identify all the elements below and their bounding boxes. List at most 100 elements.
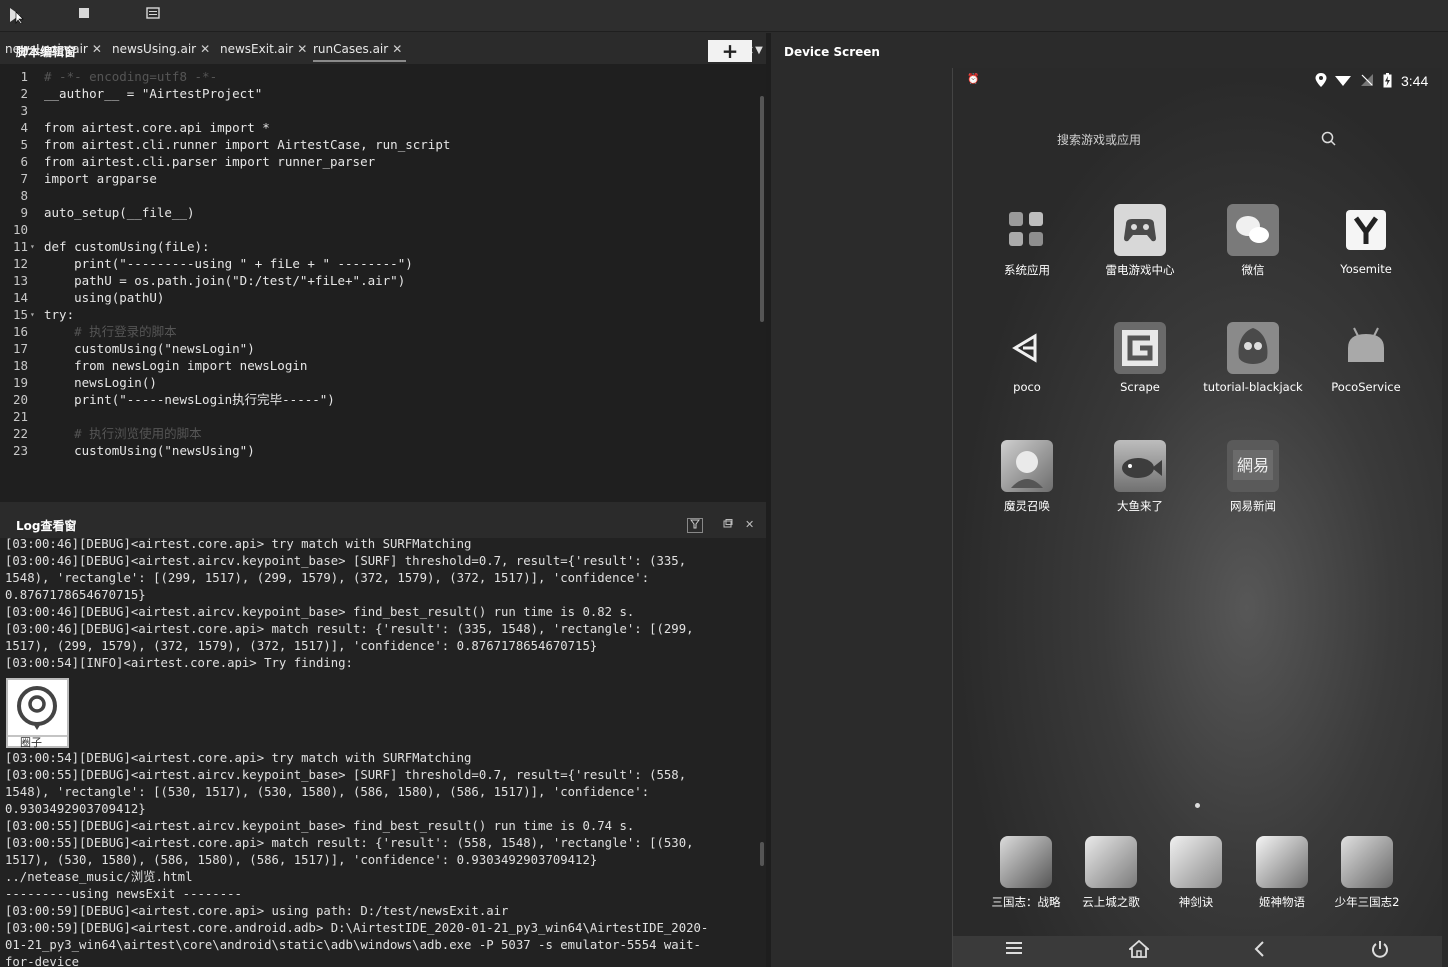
- dock-app-sanguo[interactable]: 三国志：战略: [981, 836, 1071, 910]
- code-text: def customUsing(fiLe):: [44, 239, 210, 254]
- code-line[interactable]: 3: [0, 102, 760, 119]
- code-line[interactable]: 12 print("---------using " + fiLe + " --…: [0, 255, 760, 272]
- fold-icon[interactable]: ▾: [30, 238, 35, 255]
- app-tutorial-blackjack[interactable]: tutorial-blackjack: [1203, 322, 1303, 394]
- dock-app-sword[interactable]: 神剑诀: [1151, 836, 1241, 910]
- editor-scrollbar[interactable]: [760, 96, 764, 322]
- line-number: 1: [20, 69, 28, 84]
- code-line[interactable]: 15 ▾ try:: [0, 306, 760, 323]
- main-toolbar: [0, 0, 1448, 32]
- app-yosemite[interactable]: Yosemite: [1316, 204, 1416, 276]
- yosemite-icon: [1340, 204, 1392, 256]
- dock-app-cloud-city[interactable]: 云上城之歌: [1066, 836, 1156, 910]
- close-icon[interactable]: ✕: [92, 42, 102, 56]
- app-wechat[interactable]: 微信: [1203, 204, 1303, 278]
- app-poco[interactable]: poco: [977, 322, 1077, 394]
- stop-icon[interactable]: [74, 6, 94, 26]
- log-line: for-device: [5, 955, 80, 967]
- fold-icon[interactable]: ▾: [30, 306, 35, 323]
- code-line[interactable]: 10: [0, 221, 760, 238]
- add-tab-button[interactable]: +: [708, 40, 752, 62]
- app-big-fish[interactable]: 大鱼来了: [1090, 440, 1190, 514]
- code-line[interactable]: 19 newsLogin(): [0, 374, 760, 391]
- log-line: ../netease_music/浏览.html: [5, 870, 193, 884]
- thumbnail-caption: 圈子: [20, 736, 42, 749]
- code-line[interactable]: 22 # 执行浏览使用的脚本: [0, 425, 760, 442]
- filter-icon[interactable]: [687, 518, 703, 533]
- scrape-icon: [1114, 322, 1166, 374]
- close-icon[interactable]: ✕: [200, 42, 210, 56]
- code-text: customUsing("newsLogin"): [44, 341, 255, 356]
- code-text: from airtest.cli.runner import AirtestCa…: [44, 137, 451, 152]
- tab-runcases[interactable]: runCases.air ✕: [313, 38, 407, 62]
- menu-icon[interactable]: [1005, 940, 1023, 961]
- code-line[interactable]: 17 customUsing("newsLogin"): [0, 340, 760, 357]
- app-game-center[interactable]: 雷电游戏中心: [1090, 204, 1190, 278]
- play-icon[interactable]: [6, 6, 26, 26]
- app-label: Scrape: [1120, 380, 1160, 394]
- log-line: [03:00:46][DEBUG]<airtest.core.api> try …: [5, 538, 472, 551]
- line-number: 11: [12, 239, 28, 254]
- app-scrape[interactable]: Scrape: [1090, 322, 1190, 394]
- android-icon: [1340, 322, 1392, 374]
- device-screen[interactable]: ⏰ 3:44 搜索游戏或应用 系统应用 雷电游戏中心 微信 Yosemite p…: [952, 68, 1442, 967]
- code-line[interactable]: 7 import argparse: [0, 170, 760, 187]
- close-icon[interactable]: ✕: [392, 42, 402, 56]
- code-text: # 执行浏览使用的脚本: [44, 426, 202, 441]
- code-line[interactable]: 9 auto_setup(__file__): [0, 204, 760, 221]
- log-line: [03:00:54][INFO]<airtest.core.api> Try f…: [5, 656, 353, 670]
- code-line[interactable]: 5 from airtest.cli.runner import AirtestC…: [0, 136, 760, 153]
- log-view[interactable]: 圈子 [03:00:46][DEBUG]<airtest.core.api> t…: [0, 538, 766, 967]
- log-scrollbar[interactable]: [760, 842, 764, 866]
- search-input[interactable]: 搜索游戏或应用: [1057, 131, 1141, 148]
- code-line[interactable]: 13 pathU = os.path.join("D:/test/"+fiLe+…: [0, 272, 760, 289]
- search-icon[interactable]: [1321, 131, 1336, 150]
- list-icon[interactable]: [143, 6, 163, 26]
- tab-newsexit[interactable]: newsExit.air ✕: [220, 38, 307, 62]
- close-icon[interactable]: ✕: [745, 518, 754, 531]
- app-netease-news[interactable]: 網易 网易新闻: [1203, 440, 1303, 514]
- code-text: auto_setup(__file__): [44, 205, 195, 220]
- code-line[interactable]: 23 customUsing("newsUsing"): [0, 442, 760, 459]
- tab-newslogin[interactable]: newsLogin.air ✕: [5, 38, 102, 62]
- log-line: [03:00:46][DEBUG]<airtest.aircv.keypoint…: [5, 605, 635, 619]
- line-number: 3: [20, 103, 28, 118]
- float-icon[interactable]: [723, 519, 733, 532]
- code-text: # -*- encoding=utf8 -*-: [44, 69, 218, 84]
- back-icon[interactable]: [1253, 940, 1265, 963]
- code-line[interactable]: 6 from airtest.cli.parser import runner_p…: [0, 153, 760, 170]
- dock-app-young-sanguo[interactable]: 少年三国志2: [1322, 836, 1412, 910]
- status-bar: ⏰ 3:44: [953, 68, 1442, 98]
- code-editor[interactable]: 1 # -*- encoding=utf8 -*- 2 __author__ = "A…: [0, 64, 766, 502]
- signal-icon: [1361, 74, 1373, 90]
- code-line[interactable]: 4 from airtest.core.api import *: [0, 119, 760, 136]
- status-time: 3:44: [1401, 73, 1429, 89]
- chevron-down-icon[interactable]: ▼: [752, 40, 766, 62]
- log-panel-title: Log查看窗: [16, 519, 77, 533]
- code-line[interactable]: 1 # -*- encoding=utf8 -*-: [0, 68, 760, 85]
- app-pocoservice[interactable]: PocoService: [1316, 322, 1416, 394]
- log-line: [03:00:59][DEBUG]<airtest.core.android.a…: [5, 921, 709, 935]
- home-icon[interactable]: [1127, 939, 1151, 963]
- app-label: 魔灵召唤: [1004, 499, 1050, 513]
- app-label: 雷电游戏中心: [1105, 263, 1175, 277]
- app-summoners-war[interactable]: 魔灵召唤: [977, 440, 1077, 514]
- code-line[interactable]: 2 __author__ = "AirtestProject": [0, 85, 760, 102]
- code-line[interactable]: 11 ▾ def customUsing(fiLe):: [0, 238, 760, 255]
- code-line[interactable]: 21: [0, 408, 760, 425]
- close-icon[interactable]: ✕: [297, 42, 307, 56]
- tab-newsusing[interactable]: newsUsing.air ✕: [112, 38, 210, 62]
- line-number: 4: [20, 120, 28, 135]
- tab-label: newsLogin.air: [5, 42, 88, 56]
- app-system-apps[interactable]: 系统应用: [977, 204, 1077, 278]
- app-label: tutorial-blackjack: [1203, 380, 1303, 394]
- code-line[interactable]: 14 using(pathU): [0, 289, 760, 306]
- code-text: from airtest.core.api import *: [44, 120, 270, 135]
- code-text: # 执行登录的脚本: [44, 324, 177, 339]
- code-line[interactable]: 16 # 执行登录的脚本: [0, 323, 760, 340]
- power-icon[interactable]: [1371, 940, 1389, 963]
- code-line[interactable]: 18 from newsLogin import newsLogin: [0, 357, 760, 374]
- dock-app-goddess[interactable]: 姬神物语: [1237, 836, 1327, 910]
- code-line[interactable]: 8: [0, 187, 760, 204]
- code-line[interactable]: 20 print("-----newsLogin执行完毕-----"): [0, 391, 760, 408]
